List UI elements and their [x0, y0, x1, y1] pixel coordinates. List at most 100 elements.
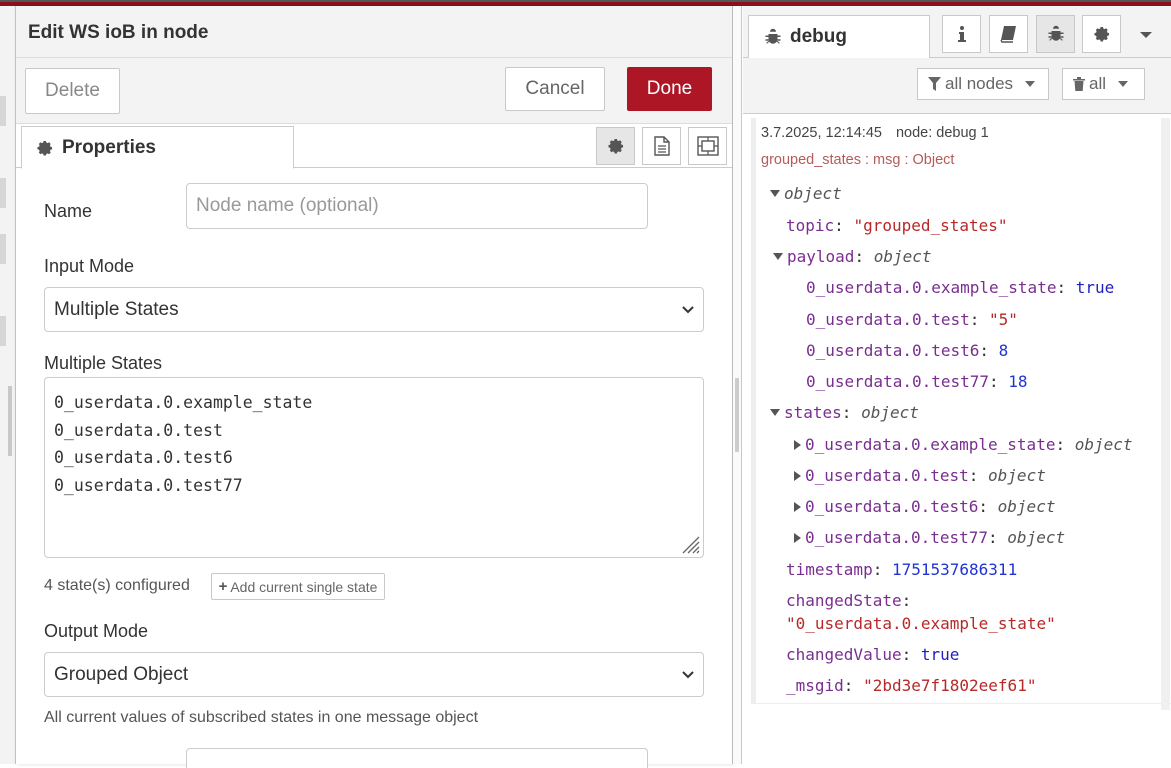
debug-message-meta: 3.7.2025, 12:14:45 node: debug 1: [761, 125, 989, 141]
next-field-input[interactable]: [186, 748, 648, 768]
clear-messages-label: all: [1089, 74, 1107, 93]
add-current-state-label: Add current single state: [230, 578, 378, 595]
tree-key: payload: [787, 247, 855, 266]
tray-toolbar: Delete Cancel Done: [16, 58, 732, 124]
tree-key: 0_userdata.0.test: [806, 310, 970, 329]
debug-scrollbar[interactable]: [1161, 118, 1170, 710]
tree-row-states[interactable]: states: object: [770, 403, 919, 422]
gear-icon: [37, 140, 53, 155]
multiple-states-label: Multiple States: [44, 353, 163, 373]
tray-header: Edit WS ioB in node: [16, 6, 732, 58]
debug-message-node[interactable]: node: debug 1: [896, 125, 989, 141]
tree-row-state-item[interactable]: 0_userdata.0.test6: object: [794, 497, 1055, 516]
tree-row-root[interactable]: object: [770, 184, 842, 203]
state-line: 0_userdata.0.test6: [54, 448, 233, 467]
filter-icon: [928, 77, 941, 91]
tree-row-timestamp: timestamp: 1751537686311: [786, 560, 1018, 579]
node-settings-button[interactable]: [596, 127, 635, 165]
tree-row-changed-state-value: "0_userdata.0.example_state": [786, 614, 1056, 633]
expand-down-icon: [770, 190, 780, 197]
sidebar-config-button[interactable]: [1082, 15, 1121, 53]
workspace-node-fragment: [0, 96, 6, 126]
tree-type: object: [1074, 435, 1133, 454]
splitter-grip[interactable]: [735, 378, 739, 452]
sidebar-help-button[interactable]: [989, 15, 1028, 53]
node-appearance-button[interactable]: [688, 127, 727, 165]
clear-messages-button[interactable]: all: [1062, 68, 1145, 100]
tray-tabbar: Properties: [16, 124, 732, 169]
tree-key: changedState: [786, 591, 902, 610]
edit-tray: Edit WS ioB in node Delete Cancel Done P…: [16, 6, 733, 768]
chevron-down-icon: [682, 671, 694, 679]
node-description-button[interactable]: [642, 127, 681, 165]
output-mode-hint: All current values of subscribed states …: [44, 709, 479, 726]
chevron-down-icon[interactable]: [1137, 26, 1155, 44]
info-icon: [957, 26, 966, 42]
sidebar-debug-button[interactable]: [1036, 15, 1075, 53]
add-current-state-button[interactable]: + Add current single state: [211, 573, 385, 600]
bug-icon: [1048, 25, 1063, 41]
sidebar-tabbar: debug: [743, 6, 1171, 59]
tree-root-type: object: [784, 184, 842, 203]
state-line: 0_userdata.0.example_state: [54, 393, 313, 412]
workspace-edge: [0, 6, 16, 764]
filter-nodes-label: all nodes: [945, 74, 1014, 93]
output-mode-select[interactable]: Grouped Object: [44, 652, 704, 697]
tree-key: 0_userdata.0.test6: [805, 497, 979, 516]
tree-type: object: [873, 247, 932, 266]
tree-row-payload-item: 0_userdata.0.test77: 18: [806, 372, 1028, 391]
debug-message-timestamp: 3.7.2025, 12:14:45: [761, 125, 882, 141]
debug-message-topic: grouped_states : msg : Object: [761, 152, 955, 168]
input-mode-select[interactable]: Multiple States: [44, 287, 704, 332]
tree-value: true: [1075, 278, 1115, 297]
cancel-button[interactable]: Cancel: [505, 67, 605, 111]
tree-value: "2bd3e7f1802eef61": [863, 676, 1037, 695]
tree-value: true: [920, 645, 960, 664]
book-icon: [999, 26, 1016, 43]
filter-nodes-button[interactable]: all nodes: [917, 68, 1049, 100]
tree-type: object: [861, 403, 919, 422]
expand-right-icon: [794, 440, 801, 450]
tree-value: "grouped_states": [853, 216, 1008, 235]
states-count: 4 state(s) configured: [44, 577, 190, 594]
sidebar-splitter[interactable]: [733, 6, 742, 764]
name-input[interactable]: Node name (optional): [186, 183, 648, 229]
input-mode-label: Input Mode: [44, 256, 135, 276]
tree-key: timestamp: [786, 560, 873, 579]
appearance-icon: [696, 136, 719, 156]
tree-row-state-item[interactable]: 0_userdata.0.test77: object: [794, 528, 1065, 547]
tree-key: 0_userdata.0.test77: [806, 372, 990, 391]
tree-row-state-item[interactable]: 0_userdata.0.example_state: object: [794, 435, 1133, 454]
tree-key: states: [784, 403, 842, 422]
tree-row-topic: topic: "grouped_states": [786, 216, 1008, 235]
tree-row-payload-item: 0_userdata.0.example_state: true: [806, 278, 1115, 297]
tree-row-changed-state: changedState:: [786, 591, 912, 610]
tree-key: 0_userdata.0.test77: [805, 528, 989, 547]
tree-row-payload[interactable]: payload: object: [773, 247, 932, 266]
tab-debug[interactable]: debug: [748, 15, 930, 59]
tree-key: changedValue: [786, 645, 902, 664]
gear-icon: [608, 138, 623, 154]
tree-type: object: [997, 497, 1056, 516]
debug-message: 3.7.2025, 12:14:45 node: debug 1 grouped_…: [751, 118, 1171, 704]
caret-down-icon: [1025, 81, 1036, 87]
tree-key: topic: [786, 216, 835, 235]
tab-properties[interactable]: Properties: [21, 126, 294, 169]
resize-handle-icon[interactable]: [679, 533, 701, 555]
multiple-states-textarea[interactable]: 0_userdata.0.example_state 0_userdata.0.…: [44, 377, 704, 558]
tree-key: _msgid: [786, 676, 844, 695]
top-strip: [0, 0, 1171, 2]
description-icon: [653, 136, 670, 156]
tree-row-payload-item: 0_userdata.0.test: "5": [806, 310, 1018, 329]
tree-type: object: [1007, 528, 1066, 547]
plus-icon: +: [218, 578, 228, 595]
tray-title: Edit WS ioB in node: [28, 22, 209, 43]
name-label: Name: [44, 201, 93, 221]
expand-down-icon: [770, 409, 780, 416]
done-button[interactable]: Done: [627, 67, 712, 111]
tree-value: 8: [998, 341, 1009, 360]
delete-button[interactable]: Delete: [25, 68, 120, 114]
tree-row-state-item[interactable]: 0_userdata.0.test: object: [794, 466, 1046, 485]
sidebar-info-button[interactable]: [942, 15, 981, 53]
tree-value: 1751537686311: [891, 560, 1018, 579]
